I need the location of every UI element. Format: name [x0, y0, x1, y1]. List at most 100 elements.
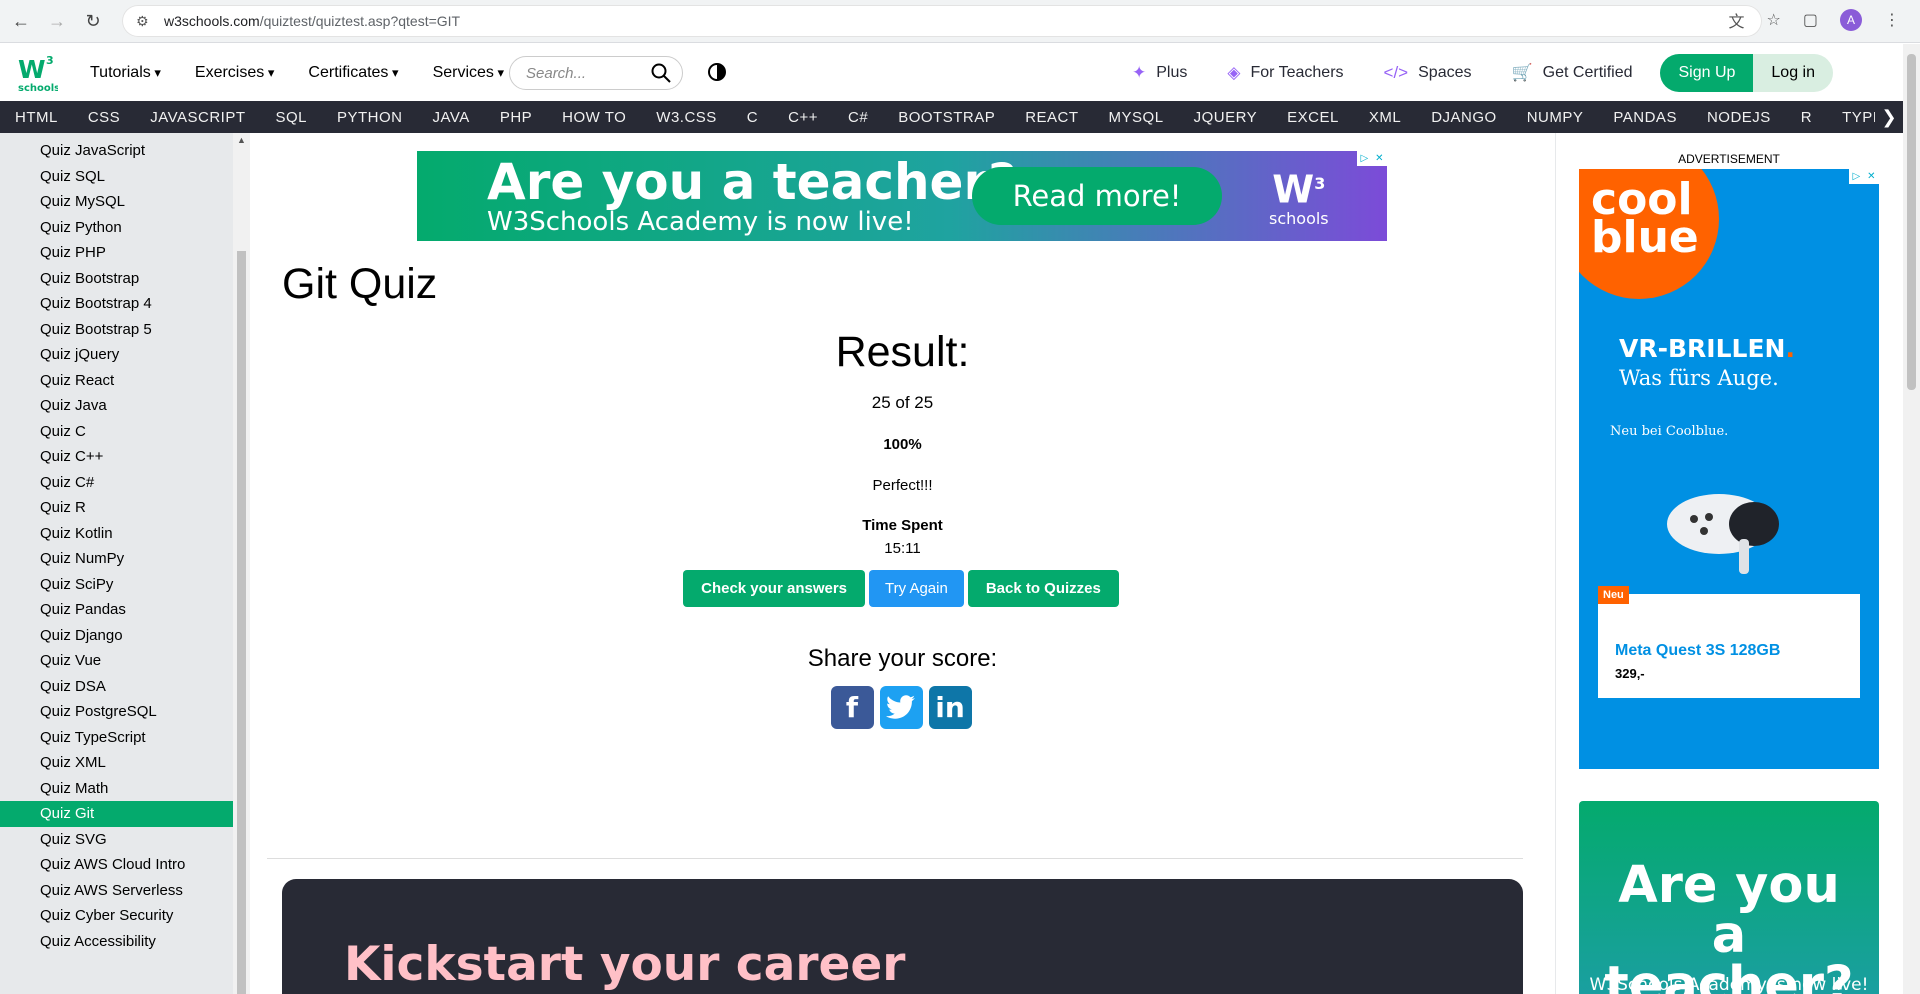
reload-icon[interactable]: ↻	[78, 6, 108, 36]
tutorial-link[interactable]: JAVA	[418, 109, 485, 126]
sidebar-item[interactable]: Quiz TypeScript	[0, 725, 233, 751]
menu-exercises[interactable]: Exercises	[195, 64, 275, 82]
sidebar-item[interactable]: Quiz Kotlin	[0, 521, 233, 547]
scroll-up-icon[interactable]: ▲	[237, 135, 246, 145]
search-icon[interactable]	[650, 62, 672, 84]
read-more-button[interactable]: Read more!	[972, 167, 1222, 225]
tutorial-link[interactable]: PANDAS	[1598, 109, 1692, 126]
sidebar-item[interactable]: Quiz AWS Serverless	[0, 878, 233, 904]
tutorial-link[interactable]: EXCEL	[1272, 109, 1354, 126]
coolblue-ad[interactable]: cool blue VR-BRILLEN. Was fürs Auge. Neu …	[1579, 169, 1879, 769]
sidebar-item[interactable]: Quiz Cyber Security	[0, 903, 233, 929]
page-scrollbar[interactable]	[1903, 44, 1920, 994]
sidebar-item[interactable]: Quiz React	[0, 368, 233, 394]
sidebar-item[interactable]: Quiz JavaScript	[0, 138, 233, 164]
ad-choices-icon[interactable]: ▷ ✕	[1357, 151, 1387, 166]
teacher-ad-banner[interactable]: Are you a teacher? W3Schools Academy is …	[417, 151, 1387, 241]
profile-avatar[interactable]: A	[1840, 9, 1862, 31]
sidebar-item[interactable]: Quiz Vue	[0, 648, 233, 674]
tutorial-link[interactable]: BOOTSTRAP	[883, 109, 1010, 126]
sidebar-item[interactable]: Quiz MySQL	[0, 189, 233, 215]
sidebar-item[interactable]: Quiz SciPy	[0, 572, 233, 598]
menu-certificates[interactable]: Certificates	[308, 64, 398, 82]
back-icon[interactable]: ←	[6, 6, 36, 36]
menu-services[interactable]: Services	[433, 64, 505, 82]
career-banner[interactable]: Kickstart your career	[282, 879, 1523, 994]
tutorial-link[interactable]: C	[732, 109, 773, 126]
tutorial-link[interactable]: HOW TO	[547, 109, 641, 126]
tutorial-link[interactable]: REACT	[1010, 109, 1093, 126]
sidebar-item[interactable]: Quiz Bootstrap	[0, 266, 233, 292]
scroll-right-arrow-icon[interactable]: ❯	[1875, 101, 1903, 133]
sidebar-item[interactable]: Quiz DSA	[0, 674, 233, 700]
log-in-button[interactable]: Log in	[1753, 53, 1833, 92]
tutorial-link[interactable]: R	[1786, 109, 1827, 126]
sidebar-item[interactable]: Quiz Java	[0, 393, 233, 419]
tutorial-link[interactable]: NODEJS	[1692, 109, 1786, 126]
teacher-ad-sub: W3Schools Academy is now live!	[1589, 975, 1869, 994]
back-to-quizzes-button[interactable]: Back to Quizzes	[967, 570, 1119, 607]
sidebar-item[interactable]: Quiz XML	[0, 750, 233, 776]
sidebar-item[interactable]: Quiz R	[0, 495, 233, 521]
sidebar-item[interactable]: Quiz Accessibility	[0, 929, 233, 955]
sidebar-item[interactable]: Quiz Bootstrap 5	[0, 317, 233, 343]
tutorial-link[interactable]: C#	[833, 109, 883, 126]
w3schools-logo[interactable]: W 3 schools	[16, 52, 60, 94]
sidebar-item[interactable]: Quiz SVG	[0, 827, 233, 853]
extensions-icon[interactable]: ▢	[1803, 10, 1818, 30]
tutorial-link[interactable]: W3.CSS	[641, 109, 732, 126]
sidebar-item[interactable]: Quiz Git	[0, 801, 233, 827]
tutorial-link[interactable]: MYSQL	[1094, 109, 1179, 126]
sidebar-scrollbar[interactable]: ▲	[233, 133, 250, 994]
nav-for-teachers[interactable]: ◈ For Teachers	[1227, 63, 1343, 83]
address-bar[interactable]: ⚙ w3schools.com/quiztest/quiztest.asp?qt…	[122, 5, 1762, 37]
sidebar-item[interactable]: Quiz SQL	[0, 164, 233, 190]
translate-icon[interactable]: 文	[1729, 8, 1745, 32]
tutorial-link[interactable]: JQUERY	[1179, 109, 1273, 126]
nav-spaces[interactable]: </> Spaces	[1384, 63, 1472, 83]
bookmark-star-icon[interactable]: ☆	[1767, 10, 1781, 30]
sidebar-item[interactable]: Quiz Bootstrap 4	[0, 291, 233, 317]
tutorial-link[interactable]: CSS	[73, 109, 135, 126]
sidebar-scroll-thumb[interactable]	[237, 251, 246, 994]
check-answers-button[interactable]: Check your answers	[683, 570, 866, 607]
tutorial-link[interactable]: XML	[1354, 109, 1416, 126]
page-scroll-thumb[interactable]	[1907, 54, 1916, 390]
sidebar-item[interactable]: Quiz Pandas	[0, 597, 233, 623]
tutorial-link[interactable]: DJANGO	[1416, 109, 1512, 126]
sidebar-item[interactable]: Quiz Python	[0, 215, 233, 241]
facebook-icon[interactable]: f	[830, 686, 874, 729]
browser-menu-icon[interactable]: ⋮	[1884, 10, 1900, 30]
nav-plus[interactable]: ✦ Plus	[1132, 63, 1187, 83]
menu-tutorials[interactable]: Tutorials	[90, 64, 161, 82]
sidebar-item[interactable]: Quiz C++	[0, 444, 233, 470]
sidebar-item[interactable]: Quiz jQuery	[0, 342, 233, 368]
sidebar-item[interactable]: Quiz NumPy	[0, 546, 233, 572]
twitter-icon[interactable]	[879, 686, 923, 729]
product-card[interactable]: Neu Meta Quest 3S 128GB 329,-	[1598, 586, 1860, 698]
sidebar-item[interactable]: Quiz Math	[0, 776, 233, 802]
sidebar-item[interactable]: Quiz PHP	[0, 240, 233, 266]
sign-up-button[interactable]: Sign Up	[1660, 53, 1754, 92]
forward-icon[interactable]: →	[42, 6, 72, 36]
sidebar-item[interactable]: Quiz C	[0, 419, 233, 445]
tutorial-link[interactable]: PHP	[485, 109, 547, 126]
sidebar-item[interactable]: Quiz AWS Cloud Intro	[0, 852, 233, 878]
site-info-icon[interactable]: ⚙	[136, 13, 154, 30]
linkedin-icon[interactable]: in	[928, 686, 972, 729]
tutorial-link[interactable]: HTML	[0, 109, 73, 126]
tutorial-link[interactable]: SQL	[260, 109, 322, 126]
tutorial-link[interactable]: JAVASCRIPT	[135, 109, 260, 126]
ad-choices-icon[interactable]: ▷ ✕	[1849, 169, 1879, 184]
tutorial-link[interactable]: NUMPY	[1512, 109, 1599, 126]
sidebar-item[interactable]: Quiz Django	[0, 623, 233, 649]
try-again-button[interactable]: Try Again	[869, 570, 964, 607]
teacher-side-ad[interactable]: Are you a teacher? W3Schools Academy is n…	[1579, 801, 1879, 994]
dark-mode-toggle-icon[interactable]	[708, 63, 726, 81]
search-input[interactable]: Search...	[509, 56, 683, 90]
tutorial-link[interactable]: C++	[773, 109, 833, 126]
nav-get-certified[interactable]: 🛒 Get Certified	[1512, 63, 1633, 83]
sidebar-item[interactable]: Quiz C#	[0, 470, 233, 496]
sidebar-item[interactable]: Quiz PostgreSQL	[0, 699, 233, 725]
tutorial-link[interactable]: PYTHON	[322, 109, 418, 126]
